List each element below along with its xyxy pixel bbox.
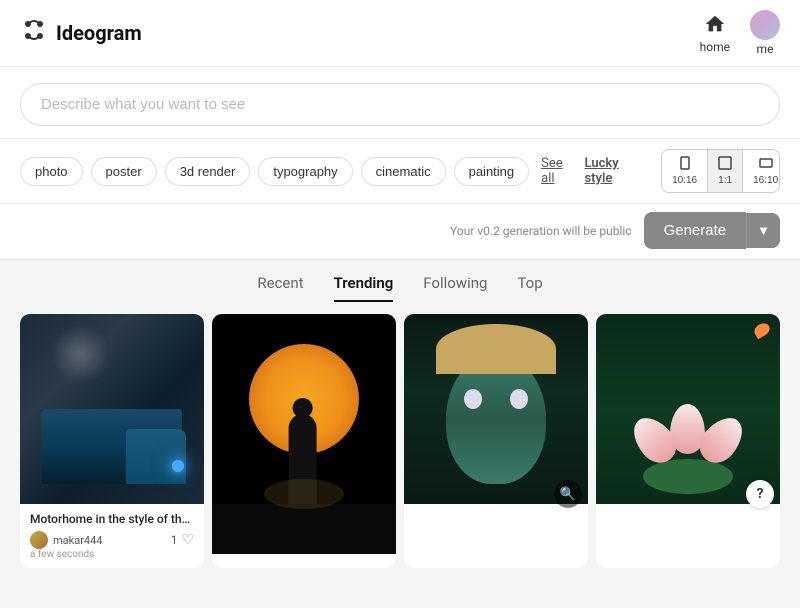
home-icon <box>704 13 726 38</box>
card-lotus[interactable]: ? <box>596 314 780 568</box>
image-grid: Motorhome in the style of the... makar44… <box>0 302 800 580</box>
lucky-style-link[interactable]: Lucky style <box>585 156 646 186</box>
nav-icons: home me <box>700 10 780 56</box>
app-name: Ideogram <box>56 21 142 45</box>
card-motorhome-likes: 1 ♡ <box>171 532 194 548</box>
card-motorhome-info: Motorhome in the style of the... makar44… <box>20 504 204 568</box>
search-area <box>0 67 800 139</box>
search-input[interactable] <box>20 83 780 126</box>
chevron-down-icon: ▼ <box>757 223 770 238</box>
card-silhouette-image <box>212 314 396 554</box>
tab-recent[interactable]: Recent <box>257 274 303 302</box>
ratio-1-1-icon <box>718 156 732 173</box>
avatar <box>750 10 780 40</box>
see-all-link[interactable]: See all <box>541 156 576 186</box>
tab-following[interactable]: Following <box>423 274 487 302</box>
card-motorhome-time: a few seconds <box>30 549 194 560</box>
ratio-10-16-icon <box>678 156 692 173</box>
ratio-16-10-icon <box>759 156 773 173</box>
me-label: me <box>757 42 774 56</box>
card-silhouette[interactable] <box>212 314 396 568</box>
likes-count-motorhome: 1 <box>171 533 178 547</box>
nav-home[interactable]: home <box>700 13 730 54</box>
generate-dropdown-button[interactable]: ▼ <box>746 213 780 248</box>
ratio-1-1-label: 1:1 <box>718 175 732 186</box>
ratio-10-16-button[interactable]: 10:16 <box>662 150 708 192</box>
tab-trending[interactable]: Trending <box>334 274 394 302</box>
tab-top[interactable]: Top <box>517 274 542 302</box>
magnify-icon: 🔍 <box>560 487 576 502</box>
ratio-1-1-button[interactable]: 1:1 <box>708 150 743 192</box>
ratio-10-16-label: 10:16 <box>672 175 697 186</box>
card-motorhome-user: makar444 <box>30 531 102 549</box>
tag-typography[interactable]: typography <box>258 157 352 186</box>
generate-row: Your v0.2 generation will be public Gene… <box>0 204 800 260</box>
tag-photo[interactable]: photo <box>20 157 83 186</box>
ratio-16-10-label: 16:10 <box>753 175 778 186</box>
card-zombie[interactable]: 🔍 <box>404 314 588 568</box>
header: Ideogram home me <box>0 0 800 67</box>
home-label: home <box>700 40 730 54</box>
card-motorhome-image <box>20 314 204 504</box>
username-makar444: makar444 <box>53 534 102 547</box>
card-motorhome[interactable]: Motorhome in the style of the... makar44… <box>20 314 204 568</box>
heart-icon[interactable]: ♡ <box>181 532 194 548</box>
tag-poster[interactable]: poster <box>91 157 157 186</box>
tags-row: photo poster 3d render typography cinema… <box>0 139 800 204</box>
logo[interactable]: Ideogram <box>20 16 142 50</box>
tabs-row: Recent Trending Following Top <box>0 260 800 302</box>
card-motorhome-meta: makar444 1 ♡ <box>30 531 194 549</box>
generate-button[interactable]: Generate <box>644 212 747 249</box>
card-zombie-image <box>404 314 588 504</box>
logo-icon <box>20 16 48 50</box>
tag-3d-render[interactable]: 3d render <box>165 157 251 186</box>
card-lotus-image <box>596 314 780 504</box>
version-note: Your v0.2 generation will be public <box>450 224 632 238</box>
user-avatar-makar444 <box>30 531 48 549</box>
ratio-16-10-button[interactable]: 16:10 <box>743 150 780 192</box>
tag-cinematic[interactable]: cinematic <box>361 157 446 186</box>
card-motorhome-title: Motorhome in the style of the... <box>30 512 194 526</box>
magnify-overlay[interactable]: 🔍 <box>554 480 582 508</box>
nav-me[interactable]: me <box>750 10 780 56</box>
ratio-buttons: 10:16 1:1 16:10 <box>661 149 780 193</box>
question-overlay[interactable]: ? <box>746 480 774 508</box>
tag-painting[interactable]: painting <box>454 157 530 186</box>
question-icon: ? <box>757 486 764 502</box>
